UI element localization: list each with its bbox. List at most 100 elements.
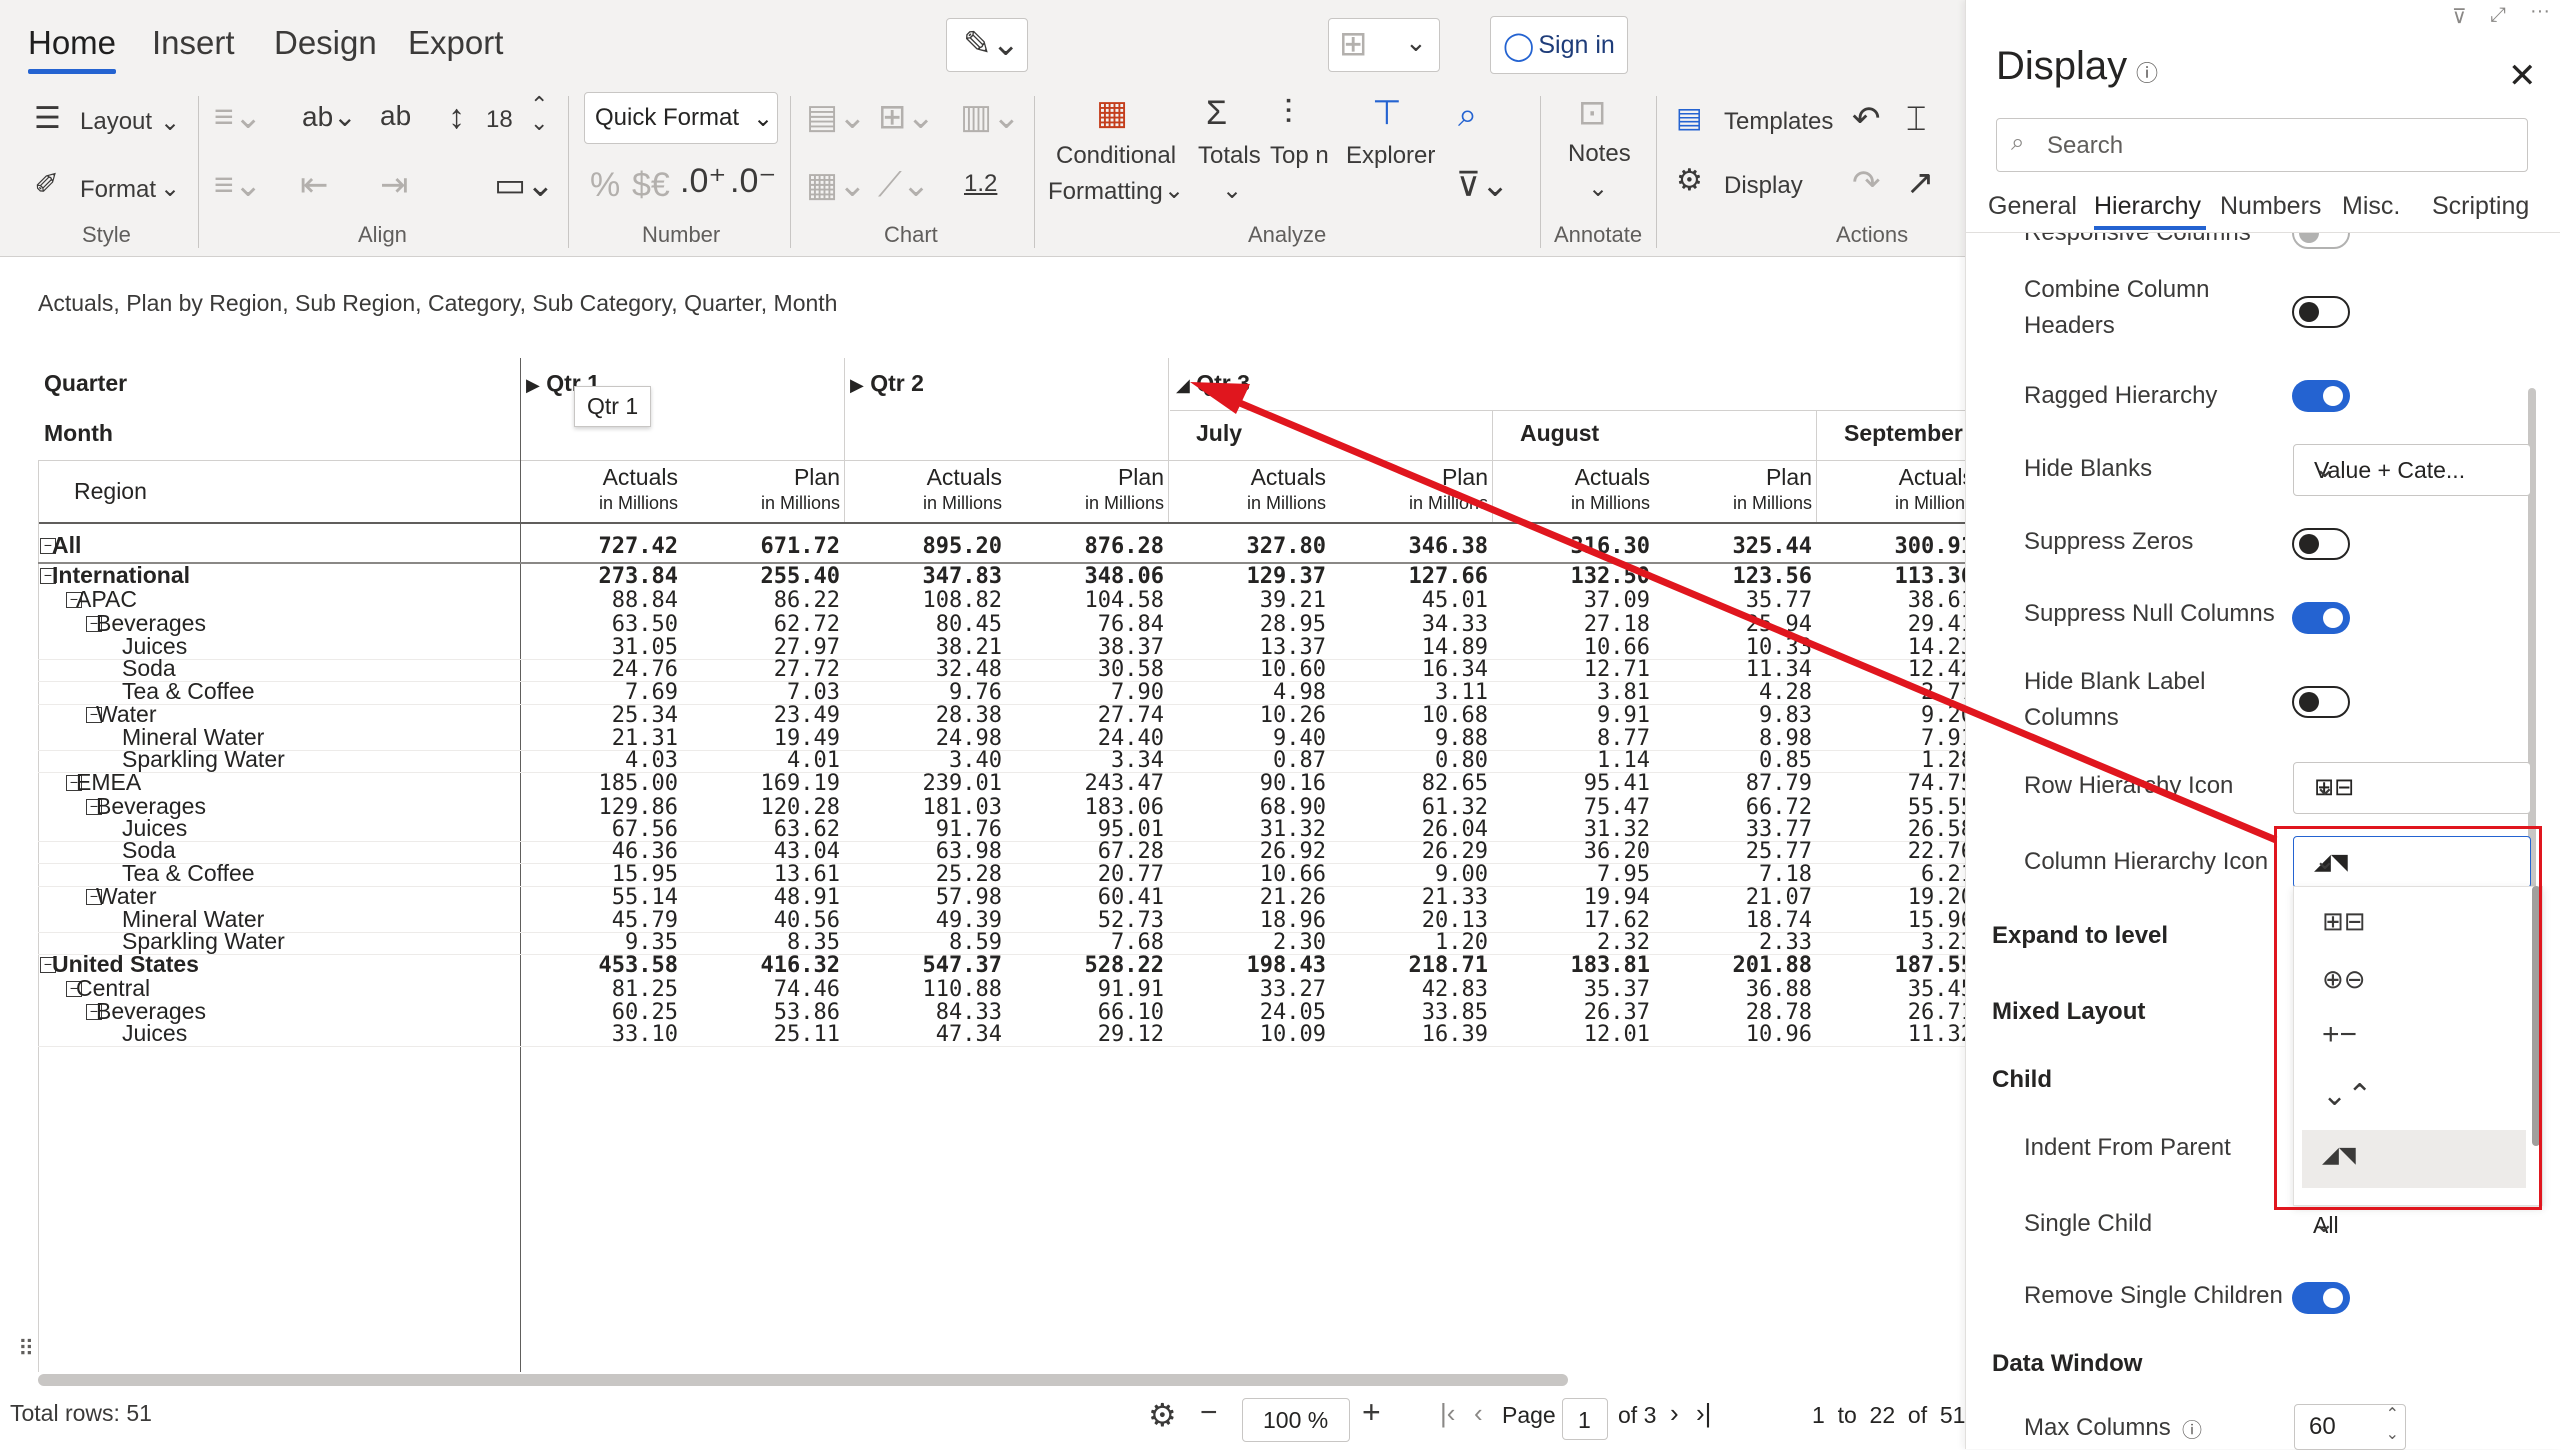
edit-icon: ✎⌄ <box>963 25 1020 63</box>
layout-button[interactable]: Layout <box>80 108 152 136</box>
conditional-label-1[interactable]: Conditional <box>1056 142 1176 170</box>
responsive-columns-toggle[interactable] <box>2292 233 2350 249</box>
suppress-null-toggle[interactable] <box>2292 602 2350 634</box>
conditional-label-2[interactable]: Formatting <box>1048 178 1163 206</box>
close-icon[interactable]: ✕ <box>2508 56 2537 96</box>
sign-in-button[interactable]: ◯ Sign in <box>1490 16 1628 74</box>
divider <box>1168 358 1169 522</box>
templates-icon: ▤ <box>1676 102 1703 133</box>
row-label: All <box>52 532 82 558</box>
divider <box>198 96 199 248</box>
group-analyze: Analyze <box>1248 222 1327 247</box>
mixed-layout-label: Mixed Layout <box>1992 998 2146 1025</box>
row-label: Juices <box>122 1020 188 1046</box>
filter-icon[interactable]: ⊽ <box>2452 4 2467 29</box>
measure-unit: in Millions <box>1246 493 1326 513</box>
explorer-button[interactable]: Explorer <box>1346 142 1435 170</box>
tab-scripting[interactable]: Scripting <box>2432 192 2529 221</box>
user-icon: ◯ <box>1503 29 1535 61</box>
wrap-text-icon[interactable]: ab⌄ <box>302 100 357 133</box>
tab-home[interactable]: Home <box>28 24 117 74</box>
data-grid: Quarter Month Region ▶ Qtr 1 ▶ Qtr 2 ◢ Q… <box>0 356 1965 1372</box>
border-icon[interactable]: ▭⌄ <box>494 168 555 202</box>
value-cell: 346.38 <box>1408 534 1488 559</box>
tab-misc[interactable]: Misc. <box>2342 192 2400 221</box>
font-size-stepper[interactable]: ⌃ ⌄ <box>530 94 548 134</box>
horizontal-scrollbar[interactable] <box>38 1374 1568 1386</box>
row-hierarchy-icon-dropdown[interactable]: ⊞⊟ ⌄ <box>2293 762 2531 814</box>
text-overflow-icon[interactable]: ab <box>380 100 411 132</box>
edit-mode-button[interactable]: ✎⌄ <box>946 18 1028 72</box>
tab-export[interactable]: Export <box>408 24 503 62</box>
explorer-icon: ⊤ <box>1372 94 1402 132</box>
drag-handle-icon[interactable]: ⠿ <box>18 1336 34 1362</box>
max-columns-input[interactable]: 60 ⌃ ⌄ <box>2294 1404 2406 1450</box>
responsive-columns-label: Responsive Columns <box>2024 233 2251 251</box>
info-icon: ⓘ <box>2182 1420 2202 1442</box>
suppress-zeros-label: Suppress Zeros <box>2024 528 2194 555</box>
ribbon: Home Insert Design Export ✎⌄ ⊞ ⌄ ◯ Sign … <box>0 0 1965 257</box>
more-options-icon[interactable]: ··· <box>2530 0 2550 23</box>
tab-design[interactable]: Design <box>274 24 377 62</box>
zoom-input[interactable]: 100 % <box>1242 1398 1350 1442</box>
top-n-button[interactable]: Top n <box>1270 142 1329 170</box>
qtr2-header[interactable]: ▶ Qtr 2 <box>850 370 924 397</box>
first-page-icon[interactable]: |‹ <box>1440 1398 1455 1429</box>
waterfall-icon: ⊞⌄ <box>878 98 935 136</box>
font-size-value[interactable]: 18 <box>486 106 513 134</box>
undo-icon[interactable]: ↶ <box>1852 102 1881 136</box>
value-cell: 671.72 <box>760 534 840 559</box>
insert-visual-button[interactable]: ⊞ ⌄ <box>1328 18 1440 72</box>
gear-icon[interactable]: ⚙ <box>1148 1396 1177 1434</box>
filter-icon[interactable]: ⊽⌄ <box>1456 168 1509 202</box>
templates-button[interactable]: Templates <box>1724 108 1833 136</box>
row-height-icon[interactable]: ↕ <box>448 100 465 134</box>
decimal-value-button[interactable]: 1.2 <box>964 170 997 198</box>
tab-insert[interactable]: Insert <box>152 24 235 62</box>
qtr3-header[interactable]: ◢ Qtr 3 <box>1176 370 1250 397</box>
share-icon[interactable]: ↗ <box>1906 166 1935 200</box>
clear-icon[interactable]: ⌶ <box>1906 102 1926 136</box>
search-icon[interactable]: ⌕ <box>1458 98 1477 132</box>
measure-header: Plan in Millions <box>1338 464 1488 516</box>
divider <box>1492 410 1493 522</box>
chevron-down-icon: ⌄ <box>1588 175 1609 202</box>
stepper-icon[interactable]: ⌃ ⌄ <box>2386 1405 2399 1445</box>
measure-header: Plan in Millions <box>1662 464 1812 516</box>
tab-hierarchy[interactable]: Hierarchy <box>2094 192 2201 221</box>
zoom-out-button[interactable]: − <box>1200 1396 1218 1430</box>
page-count: of 3 <box>1618 1402 1657 1428</box>
last-page-icon[interactable]: ›| <box>1696 1398 1711 1429</box>
divider <box>1656 96 1657 248</box>
focus-mode-icon[interactable]: ⤢ <box>2490 4 2506 27</box>
hide-blank-label-toggle[interactable] <box>2292 686 2350 718</box>
indent-label: Indent From Parent <box>2024 1134 2231 1161</box>
totals-button[interactable]: Totals <box>1198 142 1261 170</box>
tab-numbers[interactable]: Numbers <box>2220 192 2321 221</box>
hide-blank-label-label: Hide Blank Label Columns <box>2024 668 2206 731</box>
tab-general[interactable]: General <box>1988 192 2077 221</box>
next-page-icon[interactable]: › <box>1670 1398 1679 1429</box>
quick-format-dropdown[interactable]: Quick Format ⌄ <box>584 92 778 144</box>
measure-name: Actuals <box>926 464 1002 490</box>
format-button[interactable]: Format <box>80 176 156 204</box>
prev-page-icon[interactable]: ‹ <box>1474 1398 1483 1429</box>
chevron-down-icon: ⌄ <box>1164 177 1185 204</box>
value-cell: 25.11 <box>773 1022 840 1047</box>
display-button[interactable]: Display <box>1724 172 1803 200</box>
notes-button[interactable]: Notes <box>1568 140 1631 168</box>
combine-headers-toggle[interactable] <box>2292 296 2350 328</box>
zoom-in-button[interactable]: + <box>1362 1394 1381 1431</box>
value-cell: 876.28 <box>1084 534 1164 559</box>
suppress-zeros-toggle[interactable] <box>2292 528 2350 560</box>
increase-decimal-icon[interactable]: .0⁺ <box>680 164 726 198</box>
row-label: APAC <box>76 586 137 612</box>
ragged-hierarchy-toggle[interactable] <box>2292 380 2350 412</box>
hide-blanks-dropdown[interactable]: Value + Cate... ⌄ <box>2293 444 2531 496</box>
search-box[interactable]: ⌕ Search <box>1996 118 2528 172</box>
divider <box>38 522 1965 524</box>
decrease-decimal-icon[interactable]: .0⁻ <box>730 164 776 198</box>
remove-single-children-toggle[interactable] <box>2292 1282 2350 1314</box>
value-cell: 727.42 <box>598 534 678 559</box>
page-input[interactable]: 1 <box>1562 1398 1608 1440</box>
